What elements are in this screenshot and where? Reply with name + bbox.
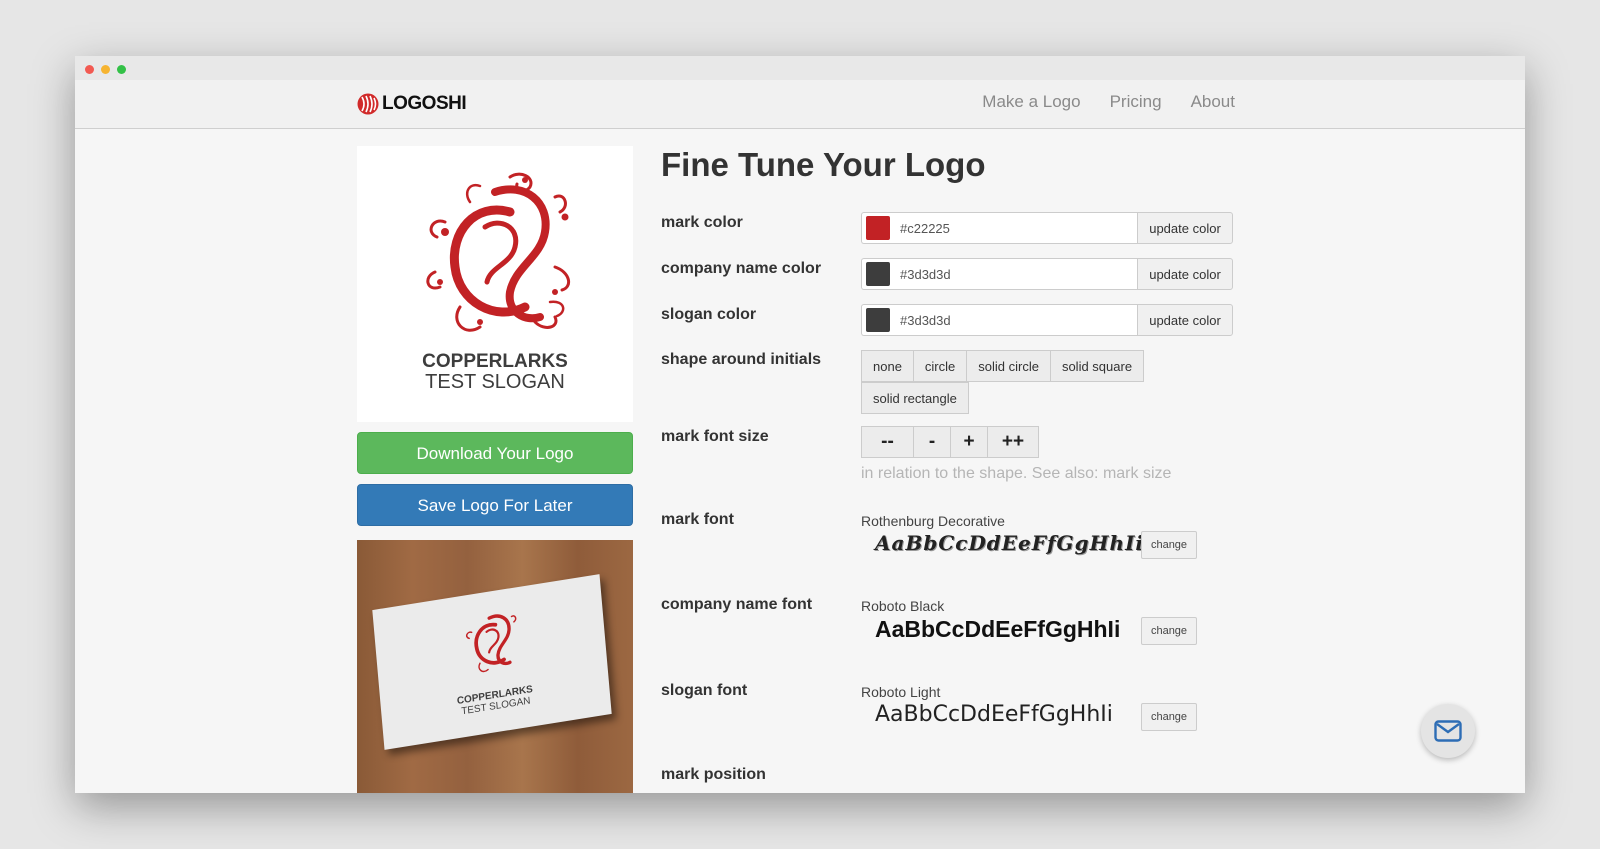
mark-color-input[interactable] [898,219,1102,237]
company-color-swatch[interactable] [866,262,890,286]
shape-options: none circle solid circle solid square so… [861,350,1151,414]
slogan-font-label: slogan font [661,682,748,699]
preview-column: COPPERLARKS TEST SLOGAN Download Your Lo… [357,146,633,793]
preview-slogan: TEST SLOGAN [425,371,565,393]
business-card-mockup: COPPERLARKS TEST SLOGAN [357,540,633,793]
top-navbar: LOGOSHI Make a Logo Pricing About [75,80,1525,129]
slogan-color-control: update color [861,304,1233,336]
font-size-smaller-button[interactable]: - [913,426,951,458]
window-titlebar [75,56,1525,80]
mark-font-sample: AaBbCcDdEeFfGgHhIi [875,531,1145,555]
mark-font-change-button[interactable]: change [1141,531,1197,559]
minimize-window-dot[interactable] [101,65,110,74]
slogan-font-name: Roboto Light [861,684,941,700]
logo-preview: COPPERLARKS TEST SLOGAN [357,146,633,422]
mark-font-label: mark font [661,511,734,528]
preview-company-name: COPPERLARKS [422,351,568,372]
mark-font-name: Rothenburg Decorative [861,513,1005,529]
maximize-window-dot[interactable] [117,65,126,74]
mark-color-swatch[interactable] [866,216,890,240]
brand-name: LOGOSHI [382,93,467,114]
nav-make-logo[interactable]: Make a Logo [982,92,1080,112]
slogan-color-update-button[interactable]: update color [1137,304,1233,336]
logoshi-mark-icon [357,93,379,115]
slogan-font-change-button[interactable]: change [1141,703,1197,731]
close-window-dot[interactable] [85,65,94,74]
shape-solid-square-button[interactable]: solid square [1049,350,1145,382]
shape-none-button[interactable]: none [861,350,914,382]
mark-position-label: mark position [661,766,766,783]
shape-label: shape around initials [661,351,822,368]
mark-color-update-button[interactable]: update color [1137,212,1233,244]
page-title: Fine Tune Your Logo [661,146,986,183]
browser-window: LOGOSHI Make a Logo Pricing About COPPER… [75,56,1525,793]
font-size-larger-button[interactable]: + [950,426,988,458]
company-font-sample: AaBbCcDdEeFfGgHhIi [875,616,1121,642]
company-color-input[interactable] [898,265,1102,283]
save-logo-button[interactable]: Save Logo For Later [357,484,633,526]
card-initials-mark [465,614,517,673]
mark-color-label: mark color [661,214,743,231]
nav-pricing[interactable]: Pricing [1110,92,1162,112]
company-font-name: Roboto Black [861,598,945,614]
company-color-control: update color [861,258,1233,290]
shape-circle-button[interactable]: circle [912,350,968,382]
contact-mail-button[interactable] [1421,704,1475,758]
download-logo-button[interactable]: Download Your Logo [357,432,633,474]
shape-solid-circle-button[interactable]: solid circle [966,350,1051,382]
mark-color-control: update color [861,212,1233,244]
brand-logo[interactable]: LOGOSHI [357,93,467,115]
slogan-color-input[interactable] [898,311,1102,329]
nav-links: Make a Logo Pricing About [982,92,1235,112]
font-size-much-smaller-button[interactable]: -- [861,426,914,458]
company-color-update-button[interactable]: update color [1137,258,1233,290]
slogan-color-label: slogan color [661,306,757,323]
company-color-label: company name color [661,260,822,277]
font-size-much-larger-button[interactable]: ++ [987,426,1039,458]
business-card: COPPERLARKS TEST SLOGAN [372,574,612,750]
slogan-color-swatch[interactable] [866,308,890,332]
mark-font-size-label: mark font size [661,428,769,445]
company-font-change-button[interactable]: change [1141,617,1197,645]
company-font-label: company name font [661,596,813,613]
slogan-font-sample: AaBbCcDdEeFfGgHhIi [875,702,1113,727]
nav-about[interactable]: About [1191,92,1235,112]
envelope-icon [1434,720,1462,742]
shape-solid-rectangle-button[interactable]: solid rectangle [861,382,969,414]
font-size-help-text: in relation to the shape. See also: mark… [861,465,1172,482]
ornate-initials-mark [426,172,571,332]
mark-font-size-options: -- - + ++ [861,426,1061,458]
